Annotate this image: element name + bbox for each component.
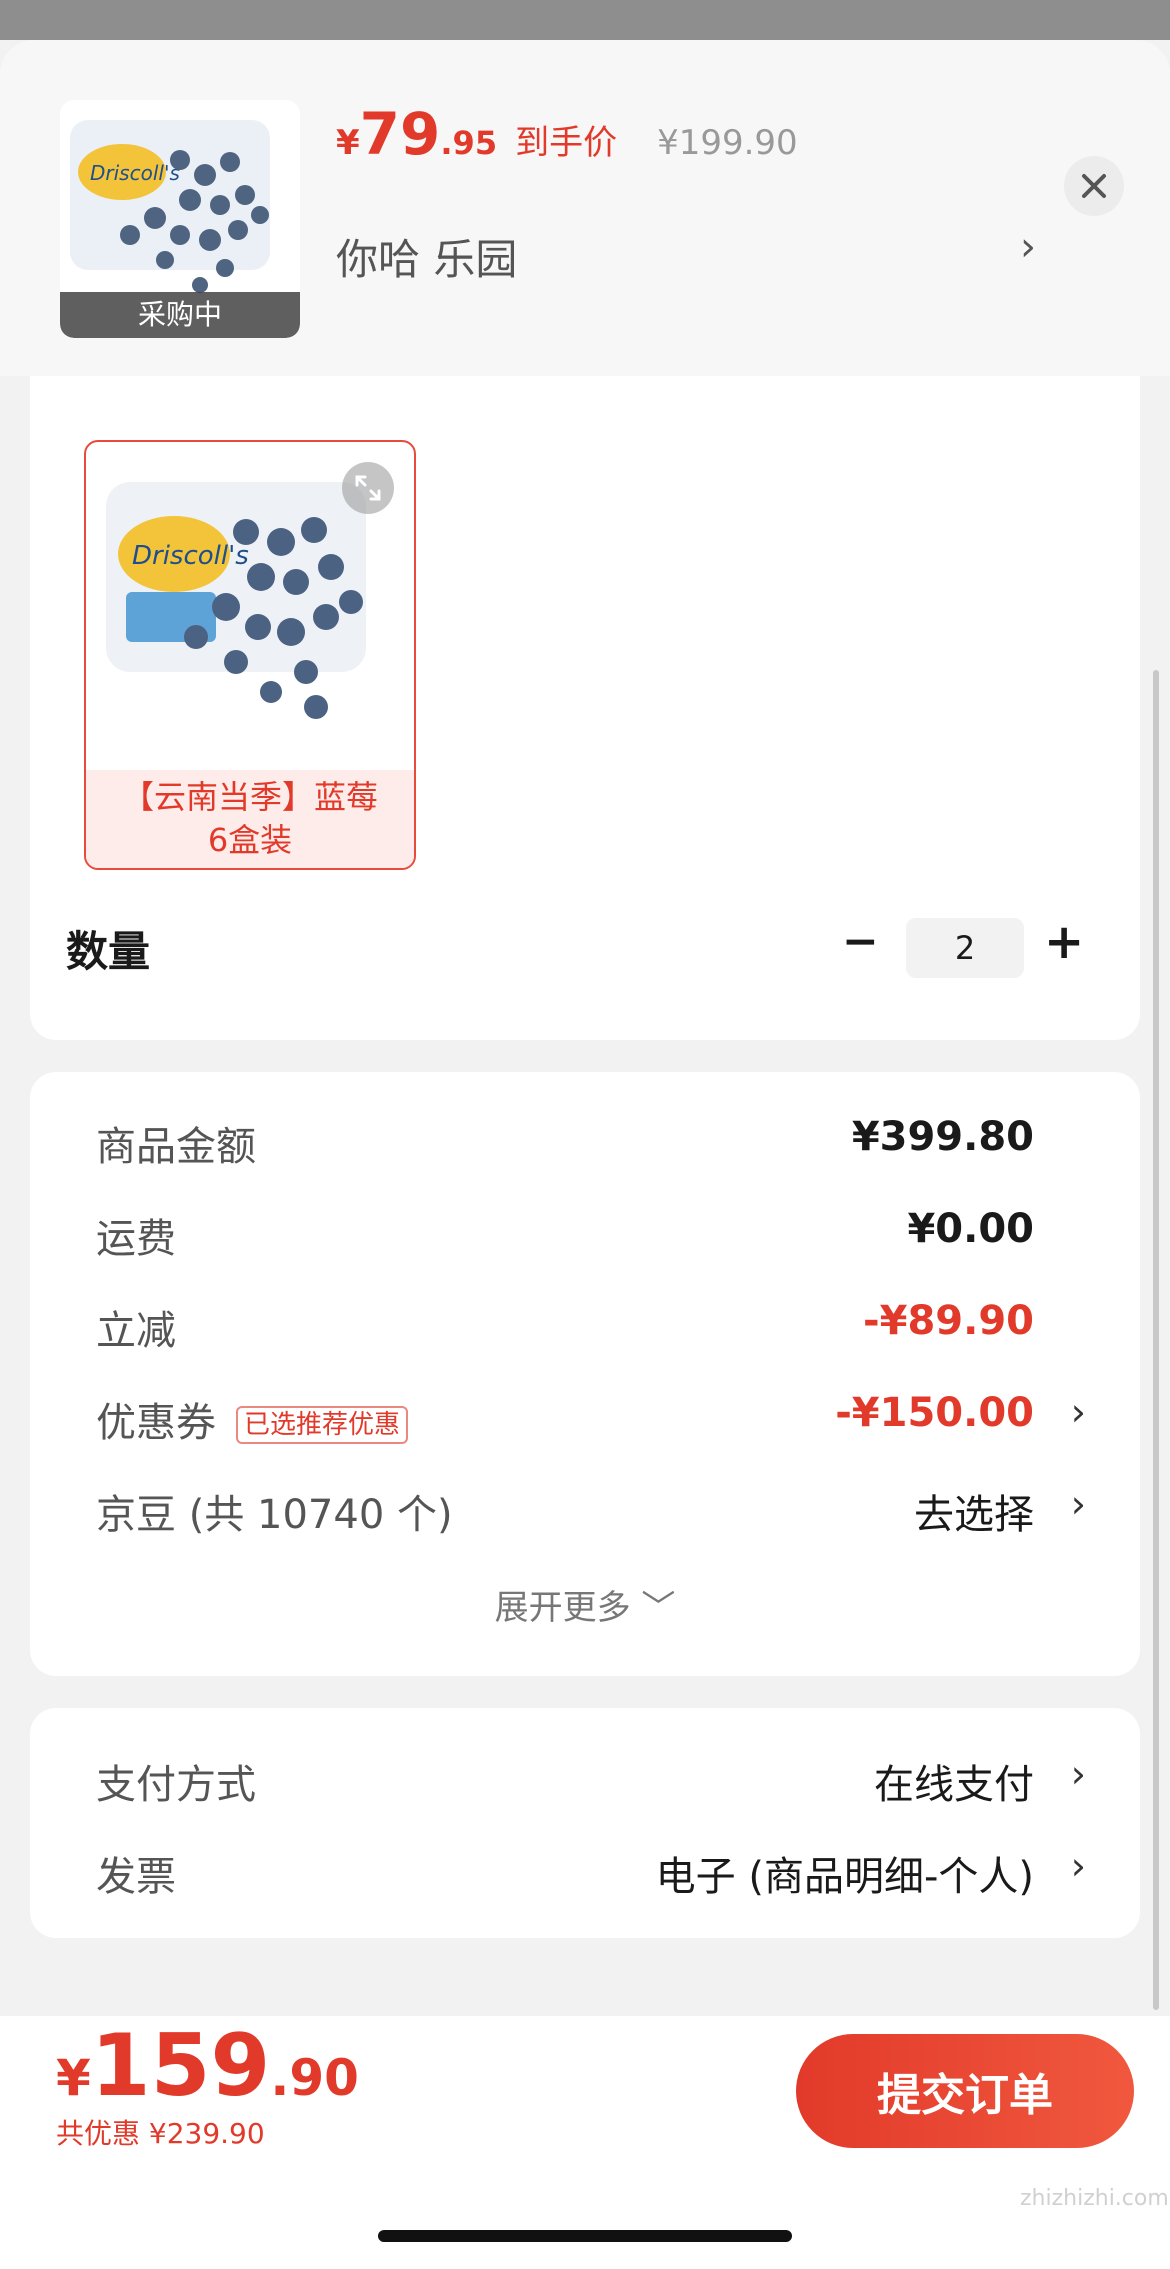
summary-row-jingdou[interactable]: 京豆 (共 10740 个) 去选择 › <box>66 1482 1126 1542</box>
price-integer: 79 <box>359 100 441 168</box>
expand-more-button[interactable]: 展开更多 ﹀ <box>30 1580 1140 1629</box>
summary-row-goods-amount: 商品金额 ¥399.80 <box>66 1114 1126 1174</box>
total-price: ¥ 159 .90 <box>56 2016 359 2116</box>
chevron-right-icon[interactable]: › <box>1071 1482 1086 1526</box>
total-currency: ¥ <box>56 2049 91 2107</box>
summary-row-shipping: 运费 ¥0.00 <box>66 1206 1126 1266</box>
payment-row-method[interactable]: 支付方式 在线支付 › <box>66 1752 1126 1812</box>
quantity-input[interactable]: 2 <box>906 918 1024 978</box>
dim-overlay <box>0 0 1170 40</box>
summary-value: ¥399.80 <box>851 1114 1034 1160</box>
expand-icon <box>355 475 381 501</box>
summary-row-discount: 立减 -¥89.90 <box>66 1298 1126 1358</box>
summary-value: -¥150.00 <box>835 1390 1034 1436</box>
chevron-right-icon[interactable]: › <box>1071 1844 1086 1888</box>
payment-card: 支付方式 在线支付 › 发票 电子 (商品明细-个人) › <box>30 1708 1140 1938</box>
close-button[interactable] <box>1064 156 1124 216</box>
summary-label: 京豆 (共 10740 个) <box>96 1492 453 1538</box>
payment-value: 在线支付 <box>874 1762 1034 1808</box>
total-saved: 共优惠 ¥239.90 <box>56 2117 265 2150</box>
home-indicator <box>378 2230 792 2242</box>
expand-image-button[interactable] <box>342 462 394 514</box>
product-header: Driscoll's 采购中 ¥ 79 .95 到手价 ¥199.90 你哈 乐… <box>0 40 1170 376</box>
original-price: ¥199.90 <box>657 123 798 163</box>
final-price-tag: 到手价 <box>515 123 618 163</box>
total-integer: 159 <box>90 2016 271 2116</box>
summary-label: 商品金额 <box>96 1124 256 1170</box>
payment-label: 发票 <box>96 1854 176 1900</box>
payment-row-invoice[interactable]: 发票 电子 (商品明细-个人) › <box>66 1844 1126 1904</box>
payment-value: 电子 (商品明细-个人) <box>655 1854 1034 1900</box>
summary-value: -¥89.90 <box>863 1298 1034 1344</box>
summary-label: 立减 <box>96 1308 176 1354</box>
close-icon <box>1082 174 1106 198</box>
summary-value: ¥0.00 <box>907 1206 1034 1252</box>
summary-label: 优惠券 已选推荐优惠 <box>96 1390 409 1448</box>
scrollbar[interactable] <box>1153 670 1159 2010</box>
chevron-right-icon[interactable]: › <box>1020 224 1036 270</box>
chevron-right-icon[interactable]: › <box>1071 1390 1086 1434</box>
quantity-minus-button[interactable]: − <box>842 916 879 967</box>
price-row: ¥ 79 .95 到手价 ¥199.90 <box>336 100 798 180</box>
selected-variant[interactable]: 你哈 乐园 <box>336 226 517 287</box>
price-currency: ¥ <box>336 123 360 163</box>
price-decimal: .95 <box>440 124 498 162</box>
summary-value: 去选择 <box>914 1492 1034 1538</box>
quantity-plus-button[interactable]: + <box>1044 914 1084 970</box>
payment-label: 支付方式 <box>96 1762 256 1808</box>
total-decimal: .90 <box>270 2049 359 2107</box>
sku-option-selected[interactable]: Driscoll's 【云南当季】蓝莓 6盒装 <box>84 440 416 870</box>
summary-row-coupon[interactable]: 优惠券 已选推荐优惠 -¥150.00 › <box>66 1390 1126 1450</box>
submit-order-button[interactable]: 提交订单 <box>796 2034 1134 2148</box>
price-summary-card: 商品金额 ¥399.80 运费 ¥0.00 立减 -¥89.90 优惠券 已选推荐… <box>30 1072 1140 1676</box>
sku-option-label: 【云南当季】蓝莓 6盒装 <box>86 770 414 868</box>
summary-label: 运费 <box>96 1216 176 1262</box>
chevron-right-icon[interactable]: › <box>1071 1752 1086 1796</box>
purchasing-badge: 采购中 <box>60 292 300 338</box>
watermark: zhizhizhi.com <box>1020 2186 1169 2211</box>
svg-text:Driscoll's: Driscoll's <box>90 161 180 185</box>
coupon-recommended-tag: 已选推荐优惠 <box>236 1406 409 1444</box>
coupon-label: 优惠券 <box>96 1400 216 1446</box>
product-thumbnail: Driscoll's 采购中 <box>60 100 300 338</box>
quantity-label: 数量 <box>66 927 151 976</box>
svg-text:Driscoll's: Driscoll's <box>132 541 249 571</box>
